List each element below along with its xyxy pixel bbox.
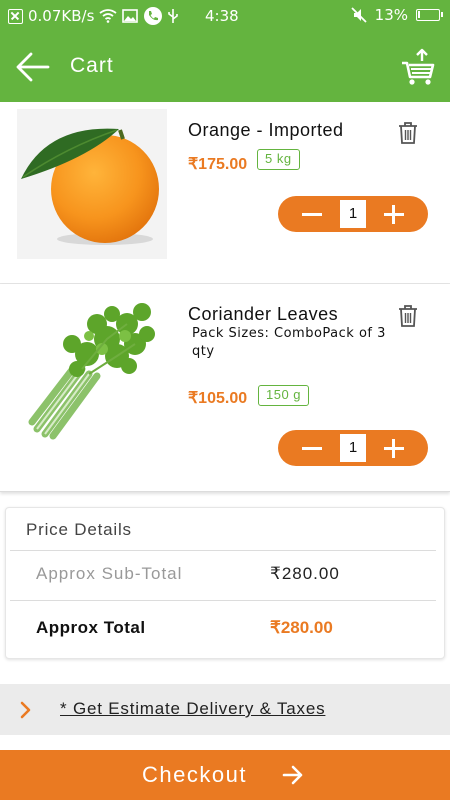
back-button[interactable] xyxy=(14,50,54,84)
quantity-value: 1 xyxy=(340,434,366,462)
decrease-quantity-button[interactable] xyxy=(286,196,341,232)
battery-level xyxy=(418,11,420,18)
page-title: Cart xyxy=(70,54,114,77)
chevron-right-icon xyxy=(20,701,31,719)
orange-image xyxy=(21,128,159,245)
image-icon xyxy=(122,9,139,23)
pack-sizes-label: Pack Sizes: xyxy=(192,326,270,341)
quantity-value: 1 xyxy=(340,200,366,228)
status-time: 4:38 xyxy=(205,7,239,25)
status-right: 13% xyxy=(351,6,443,24)
divider xyxy=(10,550,436,551)
subtotal-value: ₹280.00 xyxy=(270,564,340,583)
estimate-delivery-link[interactable]: * Get Estimate Delivery & Taxes xyxy=(60,699,325,719)
quantity-stepper: 1 xyxy=(278,196,428,232)
app-bar: Cart xyxy=(0,32,450,102)
checkout-button[interactable]: Checkout xyxy=(0,750,450,800)
total-value: ₹280.00 xyxy=(270,618,333,637)
product-price: ₹105.00 xyxy=(188,390,248,407)
wifi-icon xyxy=(99,9,117,23)
network-speed: 0.07KB/s xyxy=(28,7,95,25)
subtotal-label: Approx Sub-Total xyxy=(36,564,183,583)
trash-icon[interactable] xyxy=(398,121,418,145)
price-details-card: Price Details Approx Sub-Total ₹280.00 A… xyxy=(5,507,445,659)
product-image-orange[interactable] xyxy=(17,109,167,259)
product-name[interactable]: Coriander Leaves xyxy=(188,304,338,325)
increase-quantity-button[interactable] xyxy=(365,430,420,466)
increase-quantity-button[interactable] xyxy=(365,196,420,232)
estimate-delivery-row[interactable]: * Get Estimate Delivery & Taxes xyxy=(0,684,450,735)
status-bar: 0.07KB/s 4:38 13% xyxy=(0,0,450,32)
pack-size-badge: 5 kg xyxy=(257,149,300,170)
quantity-stepper: 1 xyxy=(278,430,428,466)
product-image-coriander[interactable] xyxy=(17,294,167,444)
pack-size-badge: 150 g xyxy=(258,385,310,406)
product-name[interactable]: Orange - Imported xyxy=(188,120,344,141)
product-price: ₹175.00 xyxy=(188,156,248,173)
total-label: Approx Total xyxy=(36,618,146,637)
usb-icon xyxy=(168,9,179,23)
divider xyxy=(10,600,436,601)
cart-item-coriander: Coriander Leaves Pack Sizes: ComboPack o… xyxy=(0,284,450,492)
cart-button[interactable] xyxy=(400,48,436,86)
battery-icon xyxy=(416,9,443,21)
cart-item-orange: Orange - Imported ₹175.00 5 kg 1 xyxy=(0,102,450,284)
phone-call-icon xyxy=(144,7,163,25)
battery-percent: 13% xyxy=(374,6,408,24)
checkout-label: Checkout xyxy=(142,762,247,787)
status-left: 0.07KB/s xyxy=(8,6,179,26)
notification-x-icon xyxy=(8,8,23,24)
cart-upload-icon xyxy=(402,48,435,85)
mute-icon xyxy=(351,7,367,23)
coriander-image xyxy=(28,303,155,440)
decrease-quantity-button[interactable] xyxy=(286,430,341,466)
pack-sizes-info: Pack Sizes: ComboPack of 3 qty xyxy=(192,325,387,361)
trash-icon[interactable] xyxy=(398,304,418,328)
arrow-right-icon xyxy=(282,765,303,785)
arrow-left-icon xyxy=(16,52,50,82)
price-details-title: Price Details xyxy=(26,520,132,539)
